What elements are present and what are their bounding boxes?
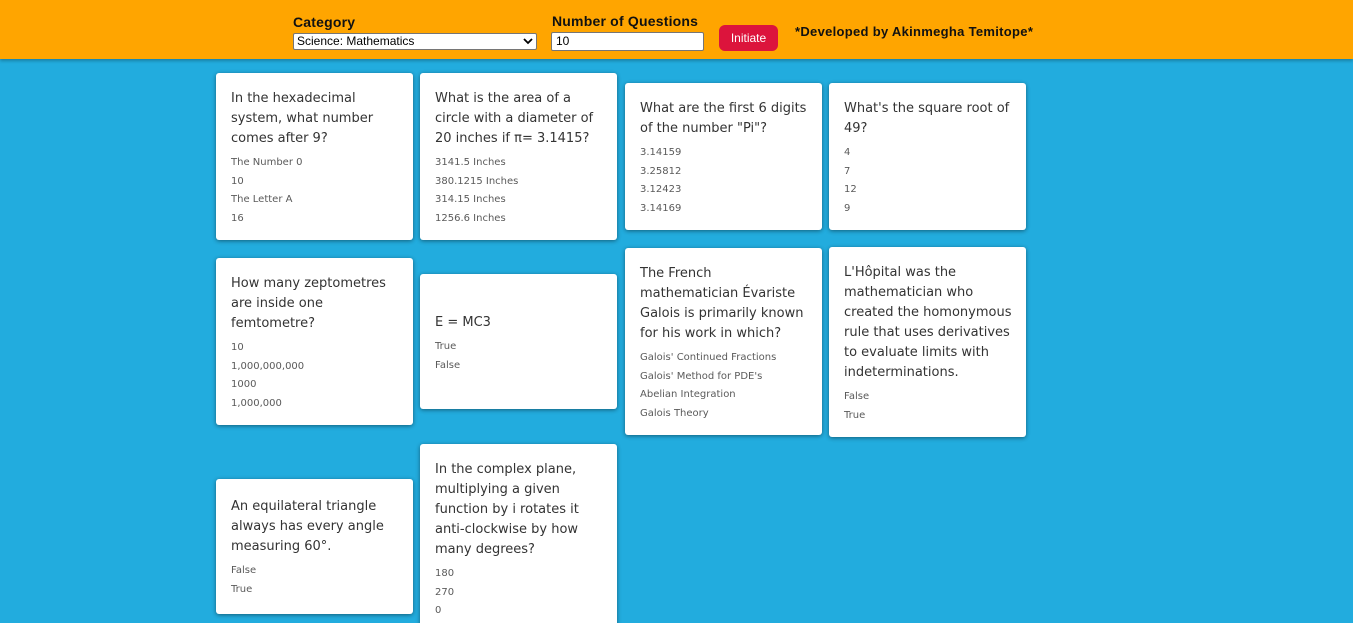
question-card: E = MC3 True False bbox=[420, 274, 617, 409]
answer-option: 10 bbox=[231, 342, 244, 353]
answer-option: Galois' Method for PDE's bbox=[640, 370, 763, 382]
answer-option: 3141.5 Inches bbox=[435, 157, 506, 168]
answer-option: False bbox=[435, 359, 461, 371]
question-count-label: Number of Questions bbox=[552, 13, 699, 29]
question-text: What are the first 6 digits of the numbe… bbox=[640, 101, 807, 136]
question-count-input[interactable]: 10 bbox=[551, 32, 704, 51]
question-card: How many zeptometres are inside one femt… bbox=[216, 258, 413, 425]
answer-list: False True bbox=[844, 388, 1012, 425]
answer-option: 1,000,000 bbox=[231, 397, 282, 409]
answer-option: The Letter A bbox=[231, 194, 293, 205]
question-count-field: Number of Questions bbox=[552, 13, 698, 29]
category-label: Category bbox=[293, 14, 356, 30]
category-select[interactable]: Science: Mathematics bbox=[293, 33, 537, 50]
answer-option: 3.25812 bbox=[640, 165, 682, 177]
question-card: In the hexadecimal system, what number c… bbox=[216, 73, 413, 240]
question-text: L'Hôpital was the mathematician who crea… bbox=[844, 265, 1012, 380]
answer-option: 1,000,000,000 bbox=[231, 360, 305, 372]
question-card: In the complex plane, multiplying a give… bbox=[420, 444, 617, 623]
answer-option: 1000 bbox=[231, 379, 257, 390]
question-card: The French mathematician Évariste Galois… bbox=[625, 248, 822, 435]
answer-list: 4 7 12 9 bbox=[844, 144, 1012, 218]
answer-option: 3.12423 bbox=[640, 184, 682, 195]
answer-list: False True bbox=[231, 562, 399, 599]
answer-option: The Number 0 bbox=[231, 157, 303, 168]
answer-option: 3.14159 bbox=[640, 147, 682, 158]
question-text: E = MC3 bbox=[435, 315, 491, 330]
chevron-down-icon bbox=[523, 38, 533, 45]
answer-list: 3.14159 3.25812 3.12423 3.14169 bbox=[640, 144, 808, 218]
answer-option: 1256.6 Inches bbox=[435, 212, 506, 224]
answer-option: Galois' Continued Fractions bbox=[640, 352, 777, 363]
answer-option: 10 bbox=[231, 175, 244, 187]
answer-option: 0 bbox=[435, 605, 442, 616]
initiate-button[interactable]: Initiate bbox=[719, 25, 778, 51]
answer-option: False bbox=[844, 391, 870, 402]
answer-option: 4 bbox=[844, 147, 851, 158]
question-text: How many zeptometres are inside one femt… bbox=[231, 276, 386, 331]
answer-option: True bbox=[435, 341, 457, 352]
answer-list: 180 270 0 bbox=[435, 565, 603, 621]
question-text: What's the square root of 49? bbox=[844, 101, 1010, 136]
answer-list: 10 1,000,000,000 1000 1,000,000 bbox=[231, 339, 399, 413]
question-card: What are the first 6 digits of the numbe… bbox=[625, 83, 822, 230]
question-text: What is the area of a circle with a diam… bbox=[435, 91, 594, 146]
answer-list: True False bbox=[435, 338, 603, 375]
question-card: L'Hôpital was the mathematician who crea… bbox=[829, 247, 1026, 437]
question-card: What is the area of a circle with a diam… bbox=[420, 73, 617, 240]
answer-list: 3141.5 Inches 380.1215 Inches 314.15 Inc… bbox=[435, 154, 603, 228]
answer-option: 9 bbox=[844, 202, 851, 214]
answer-option: True bbox=[844, 409, 866, 421]
answer-list: The Number 0 10 The Letter A 16 bbox=[231, 154, 399, 228]
question-text: In the complex plane, multiplying a give… bbox=[435, 462, 579, 557]
answer-option: False bbox=[231, 565, 257, 576]
answer-option: 380.1215 Inches bbox=[435, 175, 519, 187]
answer-option: 3.14169 bbox=[640, 202, 682, 214]
answer-option: Abelian Integration bbox=[640, 389, 736, 400]
question-card: An equilateral triangle always has every… bbox=[216, 479, 413, 614]
answer-option: 180 bbox=[435, 568, 455, 579]
answer-option: 7 bbox=[844, 165, 851, 177]
question-text: In the hexadecimal system, what number c… bbox=[231, 91, 374, 146]
answer-option: True bbox=[231, 583, 253, 595]
answer-option: 314.15 Inches bbox=[435, 194, 506, 205]
answer-option: 270 bbox=[435, 586, 455, 598]
question-text: The French mathematician Évariste Galois… bbox=[640, 266, 804, 341]
answer-option: Galois Theory bbox=[640, 407, 709, 419]
answer-option: 12 bbox=[844, 184, 857, 195]
question-text: An equilateral triangle always has every… bbox=[231, 499, 384, 554]
developer-credit: *Developed by Akinmegha Temitope* bbox=[795, 24, 1034, 39]
answer-option: 16 bbox=[231, 212, 244, 224]
question-card: What's the square root of 49? 4 7 12 9 bbox=[829, 83, 1026, 230]
top-bar: Category Science: Mathematics Number of … bbox=[0, 0, 1353, 59]
category-select-value: Science: Mathematics bbox=[297, 34, 415, 48]
answer-list: Galois' Continued Fractions Galois' Meth… bbox=[640, 349, 808, 423]
category-field: Category bbox=[293, 14, 355, 30]
